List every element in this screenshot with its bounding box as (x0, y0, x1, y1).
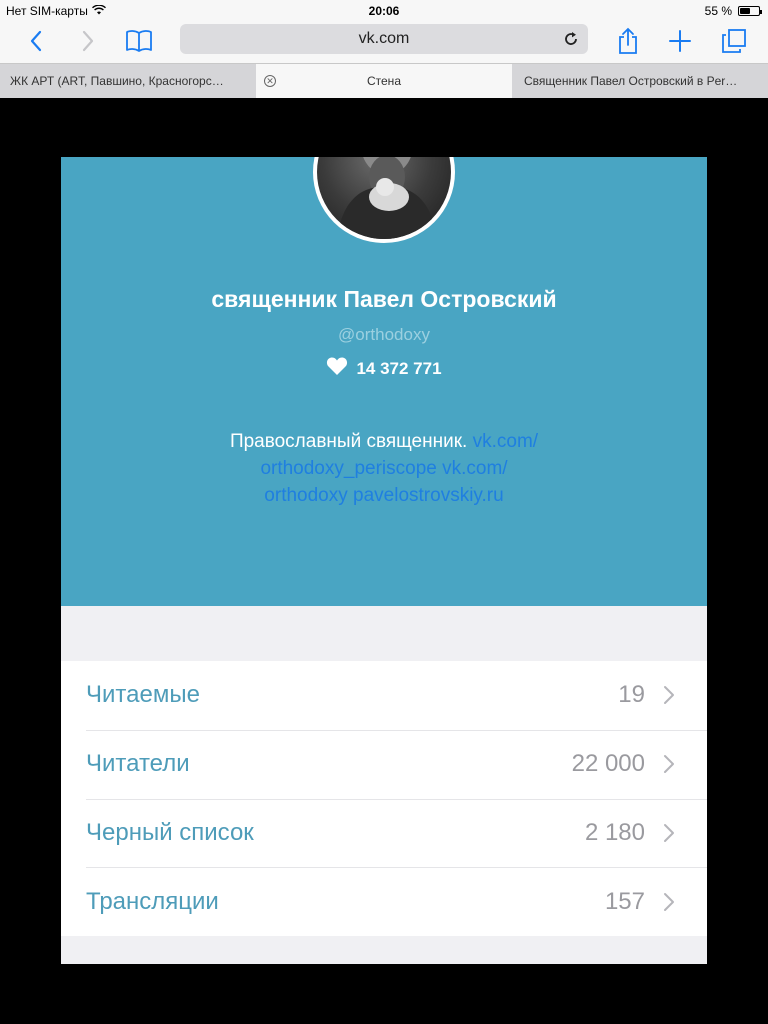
likes-count: 14 372 771 (356, 358, 442, 378)
stat-value: 22 000 (571, 750, 645, 778)
bio-link-vk-2[interactable]: vk.com/ (442, 458, 507, 479)
likes-counter: 14 372 771 (61, 356, 707, 381)
tabs-overview-icon[interactable] (720, 28, 748, 54)
avatar-photo (317, 157, 451, 239)
stat-label: Трансляции (86, 887, 219, 915)
chevron-right-icon (663, 685, 677, 705)
status-bar: Нет SIM-карты 20:06 55 % (0, 0, 768, 20)
chevron-right-icon (663, 892, 677, 912)
tab-zhk-art[interactable]: ЖК АРТ (ART, Павшино, Красногорс… (0, 64, 256, 98)
heart-icon (326, 356, 348, 381)
bio-link-orthodoxy[interactable]: orthodoxy (264, 485, 347, 506)
bio-link-periscope[interactable]: orthodoxy_periscope (260, 458, 436, 479)
bookmarks-book-icon[interactable] (123, 28, 155, 54)
stat-row-followers[interactable]: Читатели 22 000 (61, 729, 707, 799)
browser-toolbar: vk.com (0, 20, 768, 60)
share-icon[interactable] (614, 27, 642, 54)
back-chevron-icon[interactable] (22, 28, 50, 54)
bio-link-website[interactable]: pavelostrovskiy.ru (353, 485, 504, 506)
chevron-right-icon (663, 754, 677, 774)
tab-title: ЖК АРТ (ART, Павшино, Красногорс… (10, 74, 224, 88)
profile-page: священник Павел Островский @orthodoxy 14… (61, 157, 707, 964)
profile-bio: Православный священник. vk.com/ orthodox… (181, 428, 587, 509)
address-bar[interactable]: vk.com (180, 24, 588, 54)
profile-handle: @orthodoxy (338, 325, 430, 344)
clock: 20:06 (368, 4, 400, 18)
stat-row-following[interactable]: Читаемые 19 (61, 661, 707, 730)
tab-bar: ЖК АРТ (ART, Павшино, Красногорс… ✕ Стен… (0, 63, 768, 98)
url-text: vk.com (358, 30, 410, 47)
bio-link-vk-1[interactable]: vk.com/ (473, 431, 538, 452)
tab-title: Священник Павел Островский в Per… (524, 74, 738, 88)
stat-row-broadcasts[interactable]: Трансляции 157 (61, 867, 707, 936)
stat-row-blacklist[interactable]: Черный список 2 180 (61, 798, 707, 868)
avatar[interactable] (313, 157, 455, 243)
chevron-right-icon (663, 823, 677, 843)
battery-fill (740, 8, 750, 14)
plus-icon[interactable] (666, 28, 694, 54)
stat-value: 157 (604, 887, 645, 915)
profile-name: священник Павел Островский (211, 286, 557, 312)
status-right: 55 % (704, 4, 762, 18)
stat-label: Черный список (86, 818, 254, 846)
stat-value: 19 (618, 681, 645, 709)
bio-text: Православный священник. (229, 431, 468, 452)
reload-icon[interactable] (560, 28, 582, 50)
tab-title: Стена (366, 74, 401, 88)
tab-wall[interactable]: ✕ Стена (256, 64, 512, 98)
stat-label: Читаемые (86, 681, 200, 709)
forward-chevron-icon[interactable] (74, 28, 102, 54)
profile-header: священник Павел Островский @orthodoxy 14… (61, 157, 707, 606)
battery-percent: 55 % (704, 4, 732, 18)
stats-list: Читаемые 19 Читатели 22 000 Черный списо… (61, 661, 707, 936)
close-tab-icon[interactable]: ✕ (264, 75, 276, 87)
stat-value: 2 180 (584, 818, 645, 846)
tab-periscope[interactable]: Священник Павел Островский в Per… (512, 64, 768, 98)
browser-chrome: Нет SIM-карты 20:06 55 % vk.com ЖК АРТ (… (0, 0, 768, 98)
stat-label: Читатели (86, 750, 190, 778)
battery-icon (738, 6, 762, 16)
